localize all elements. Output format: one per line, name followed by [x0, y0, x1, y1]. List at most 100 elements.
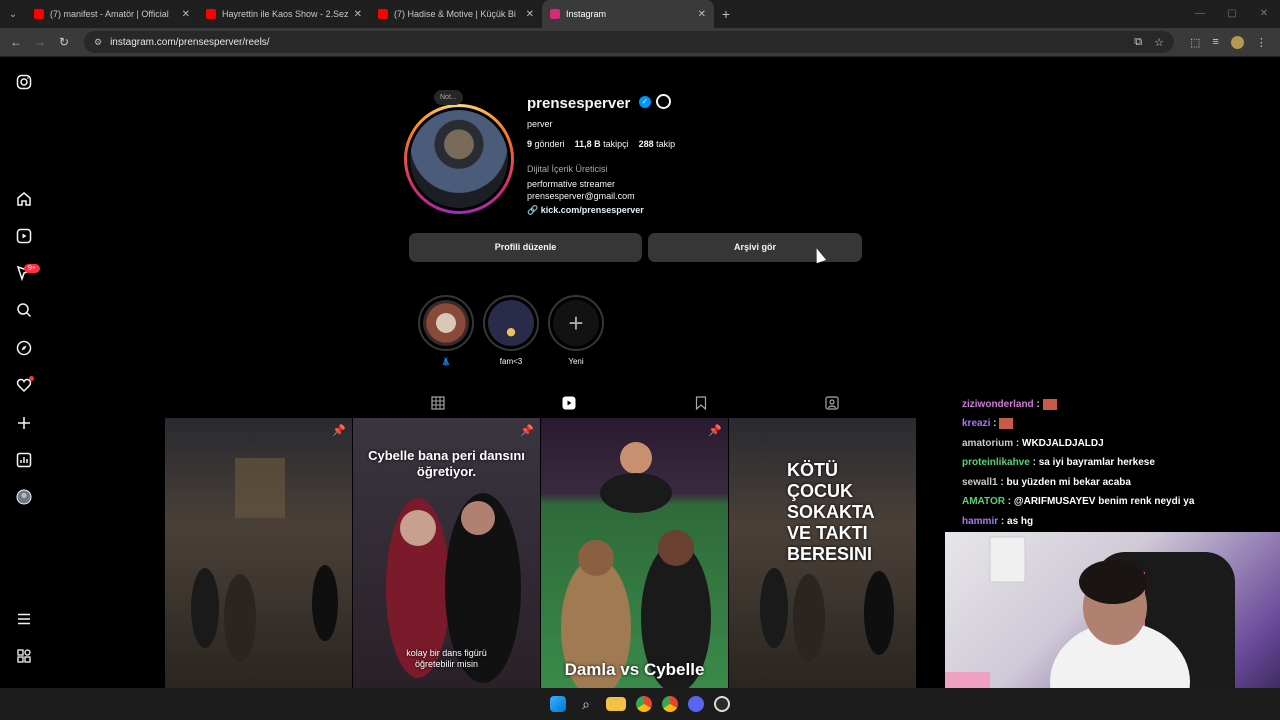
explore-icon[interactable] — [16, 340, 32, 356]
profile-picture[interactable] — [404, 104, 514, 214]
obs-icon[interactable] — [714, 696, 730, 712]
search-icon[interactable] — [16, 302, 32, 318]
tab-tagged-icon[interactable] — [825, 396, 839, 410]
chat-text: sa iyi bayramlar herkese — [1038, 457, 1155, 468]
back-icon[interactable]: ← — [4, 35, 28, 49]
minimize-icon[interactable]: — — [1184, 0, 1216, 28]
close-icon[interactable]: ✕ — [182, 9, 190, 20]
edit-profile-button[interactable]: Profili düzenle — [409, 233, 642, 262]
chat-user: proteinlikahve — [962, 457, 1030, 468]
bookmark-star-icon[interactable]: ☆ — [1154, 36, 1164, 49]
dashboard-icon[interactable] — [16, 452, 32, 468]
profile-stats: 9 gönderi 11,8 B takipçi 288 takip — [527, 139, 675, 149]
highlight-item[interactable] — [418, 295, 474, 351]
reel-subtitle: kolay bir dans figürü öğretebilir misin — [406, 648, 487, 669]
following-stat[interactable]: 288 takip — [639, 139, 676, 149]
url-input[interactable]: ⚙ instagram.com/prensesperver/reels/ ⧉ ☆ — [84, 31, 1174, 53]
highlight-cover — [488, 300, 534, 346]
menu-icon[interactable] — [16, 611, 32, 627]
tab-posts-icon[interactable] — [431, 396, 445, 410]
browser-tab[interactable]: (7) manifest - Amatör | Official ✕ — [26, 0, 198, 28]
highlight-item[interactable] — [483, 295, 539, 351]
tab-search-icon[interactable]: ⌄ — [0, 0, 26, 28]
browser-tabbar: ⌄ (7) manifest - Amatör | Official ✕ Hay… — [0, 0, 1280, 28]
chat-text: as hg — [1007, 516, 1034, 527]
close-icon[interactable]: ✕ — [526, 9, 534, 20]
chat-user: kreazi — [962, 418, 991, 430]
meta-apps-icon[interactable] — [16, 648, 32, 664]
bio-line: performative streamer — [527, 179, 616, 189]
bio-email: prensesperver@gmail.com — [527, 191, 635, 201]
browser-menu-icon[interactable]: ⋮ — [1256, 36, 1267, 49]
tab-title: Instagram — [566, 9, 607, 19]
link-icon: 🔗 — [527, 205, 539, 215]
followers-stat[interactable]: 11,8 B takipçi — [575, 139, 629, 149]
chat-user: AMATOR — [962, 496, 1005, 507]
chat-user: hammir — [962, 516, 999, 527]
search-icon[interactable]: ⌕ — [576, 694, 596, 714]
reel-thumbnail[interactable]: 📌 Cybelle bana peri dansını öğretiyor. k… — [353, 418, 540, 688]
chat-text: WKDJALDJALDJ — [1022, 438, 1104, 449]
settings-icon[interactable] — [656, 94, 671, 109]
forward-icon[interactable]: → — [28, 35, 52, 49]
instagram-icon[interactable] — [16, 74, 32, 90]
reel-thumbnail[interactable]: 📌 Damla vs Cybelle — [541, 418, 728, 688]
tab-saved-icon[interactable] — [694, 396, 708, 411]
messages-badge: 9+ — [24, 264, 40, 273]
browser-tab[interactable]: Hayrettin ile Kaos Show - 2.Sez ✕ — [198, 0, 370, 28]
extensions-icon[interactable]: ⬚ — [1190, 36, 1200, 49]
tab-title: (7) manifest - Amatör | Official — [50, 9, 169, 19]
reel-thumbnail[interactable]: 📌 — [165, 418, 352, 688]
windows-start-icon[interactable] — [550, 696, 566, 712]
cast-icon[interactable]: ⧉ — [1134, 36, 1142, 49]
chrome-icon[interactable] — [636, 696, 652, 712]
view-archive-button[interactable]: Arşivi gör — [648, 233, 862, 262]
media-icon[interactable]: ≡ — [1212, 36, 1218, 48]
reels-icon[interactable] — [16, 228, 32, 244]
browser-tab-active[interactable]: Instagram ✕ — [542, 0, 714, 28]
new-highlight-button[interactable]: + — [548, 295, 604, 351]
youtube-icon — [34, 9, 44, 19]
chat-message: proteinlikahve : sa iyi bayramlar herkes… — [962, 457, 1155, 468]
profile-icon[interactable] — [16, 489, 32, 505]
posts-label: gönderi — [534, 139, 565, 149]
youtube-icon — [206, 9, 216, 19]
chat-text: @ARIFMUSAYEV benim renk neydi ya — [1013, 496, 1195, 507]
note-bubble[interactable]: Not... — [434, 90, 463, 105]
reload-icon[interactable]: ↻ — [52, 35, 76, 49]
emote-icon — [1042, 399, 1057, 410]
address-bar: ← → ↻ ⚙ instagram.com/prensesperver/reel… — [0, 28, 1280, 57]
reel-thumbnail[interactable]: KÖTÜ ÇOCUK SOKAKTA VE TAKTI BERESINI — [729, 418, 916, 688]
new-tab-icon[interactable]: + — [714, 6, 738, 22]
bio-link-text: kick.com/prensesperver — [540, 205, 644, 215]
chat-message: sewall1 : bu yüzden mi bekar acaba — [962, 477, 1131, 488]
create-icon[interactable] — [16, 415, 32, 431]
discord-icon[interactable] — [688, 696, 704, 712]
browser-profile-avatar[interactable] — [1230, 35, 1244, 49]
home-icon[interactable] — [16, 191, 32, 207]
reel-caption: KÖTÜ ÇOCUK SOKAKTA VE TAKTI BERESINI — [787, 460, 874, 564]
close-window-icon[interactable]: ✕ — [1248, 0, 1280, 28]
chat-text: bu yüzden mi bekar acaba — [1006, 477, 1131, 488]
url-text: instagram.com/prensesperver/reels/ — [110, 36, 270, 48]
plus-icon: + — [553, 300, 599, 346]
chat-user: ziziwonderland — [962, 399, 1034, 411]
notification-dot — [29, 376, 34, 381]
site-info-icon[interactable]: ⚙ — [94, 37, 102, 48]
tab-reels-icon[interactable] — [562, 396, 576, 410]
close-icon[interactable]: ✕ — [698, 9, 706, 20]
browser-tab[interactable]: (7) Hadise & Motive | Küçük Bi ✕ — [370, 0, 542, 28]
emote-icon — [999, 418, 1014, 429]
chat-user: amatorium — [962, 438, 1014, 449]
close-icon[interactable]: ✕ — [354, 9, 362, 20]
highlight-cover — [423, 300, 469, 346]
bio-link[interactable]: 🔗 kick.com/prensesperver — [527, 205, 644, 216]
reel-caption: Cybelle bana peri dansını öğretiyor. — [368, 448, 525, 479]
reel-scene — [191, 458, 338, 662]
tab-title: (7) Hadise & Motive | Küçük Bi — [394, 9, 516, 19]
maximize-icon[interactable]: ▢ — [1216, 0, 1248, 28]
chrome-icon[interactable] — [662, 696, 678, 712]
file-explorer-icon[interactable] — [606, 697, 626, 711]
profile-category: Dijital İçerik Üreticisi — [527, 164, 608, 174]
posts-stat: 9 gönderi — [527, 139, 565, 149]
